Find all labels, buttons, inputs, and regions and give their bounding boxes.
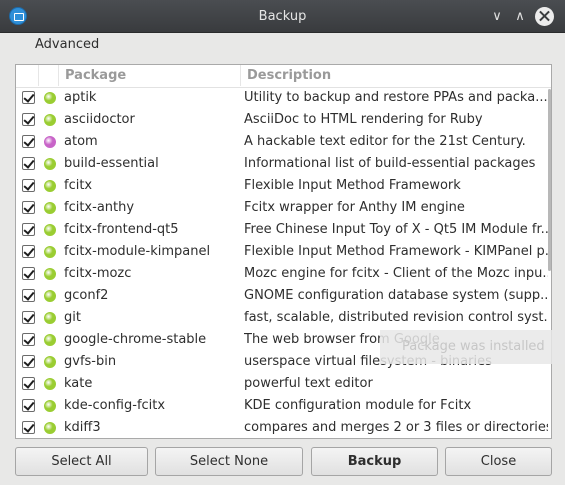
table-row[interactable]: aptik Utility to backup and restore PPAs … <box>16 87 551 109</box>
status-tooltip: Package was installed <box>380 330 565 364</box>
status-dot-icon <box>44 400 56 412</box>
table-row[interactable]: fcitx-anthy Fcitx wrapper for Anthy IM en… <box>16 197 551 219</box>
row-package-name: fcitx-mozc <box>64 266 132 281</box>
menu-bar: Advanced <box>0 33 565 58</box>
row-checkbox[interactable] <box>22 267 35 280</box>
row-package-name: fcitx-frontend-qt5 <box>64 222 179 237</box>
row-description: AsciiDoc to HTML rendering for Ruby <box>244 112 483 127</box>
row-description: GNOME configuration database system (sup… <box>244 288 548 303</box>
table-row[interactable]: build-essential Informational list of bui… <box>16 153 551 175</box>
row-description: KDE configuration module for Fcitx <box>244 398 472 413</box>
row-package-name: kde-config-fcitx <box>64 398 166 413</box>
status-dot-icon <box>44 92 56 104</box>
table-row[interactable]: fcitx Flexible Input Method Framework <box>16 175 551 197</box>
scrollbar-thumb[interactable] <box>548 89 551 271</box>
table-row[interactable]: gconf2 GNOME configuration database syste… <box>16 285 551 307</box>
menu-advanced[interactable]: Advanced <box>35 37 99 52</box>
vertical-scrollbar[interactable] <box>548 89 551 437</box>
list-rows: aptik Utility to backup and restore PPAs … <box>16 87 551 438</box>
header-checkbox-column[interactable] <box>16 65 39 86</box>
row-package-name: fcitx <box>64 178 93 193</box>
status-dot-icon <box>44 202 56 214</box>
title-bar: Backup ∨ ∧ <box>0 0 565 33</box>
status-dot-icon <box>44 334 56 346</box>
status-dot-icon <box>44 268 56 280</box>
row-checkbox[interactable] <box>22 377 35 390</box>
list-header: Package Description <box>16 65 551 88</box>
row-package-name: gvfs-bin <box>64 354 117 369</box>
row-checkbox[interactable] <box>22 399 35 412</box>
row-package-name: kdiff3 <box>64 420 101 435</box>
window-title: Backup <box>258 9 307 24</box>
row-package-name: build-essential <box>64 156 159 171</box>
status-dot-icon <box>44 246 56 258</box>
row-package-name: atom <box>64 134 98 149</box>
row-description: Flexible Input Method Framework <box>244 178 461 193</box>
backup-button[interactable]: Backup <box>311 447 438 476</box>
table-row[interactable]: fcitx-module-kimpanel Flexible Input Meth… <box>16 241 551 263</box>
row-checkbox[interactable] <box>22 223 35 236</box>
row-checkbox[interactable] <box>22 91 35 104</box>
status-dot-icon <box>44 136 56 148</box>
close-window-icon[interactable] <box>535 7 554 26</box>
table-row[interactable]: git fast, scalable, distributed revision … <box>16 307 551 329</box>
row-package-name: aptik <box>64 90 97 105</box>
header-package[interactable]: Package <box>59 65 241 86</box>
status-dot-icon <box>44 224 56 236</box>
table-row[interactable]: asciidoctor AsciiDoc to HTML rendering fo… <box>16 109 551 131</box>
table-row[interactable]: atom A hackable text editor for the 21st … <box>16 131 551 153</box>
header-status-column[interactable] <box>39 65 59 86</box>
row-description: Flexible Input Method Framework - KIMPan… <box>244 244 548 259</box>
row-description: powerful text editor <box>244 376 373 391</box>
row-description: Fcitx wrapper for Anthy IM engine <box>244 200 465 215</box>
row-package-name: gconf2 <box>64 288 109 303</box>
row-package-name: git <box>64 310 81 325</box>
table-row[interactable]: kde-config-fcitx KDE configuration module… <box>16 395 551 417</box>
status-dot-icon <box>44 312 56 324</box>
row-checkbox[interactable] <box>22 201 35 214</box>
row-description: fast, scalable, distributed revision con… <box>244 310 548 325</box>
row-package-name: fcitx-anthy <box>64 200 135 215</box>
row-description: Mozc engine for fcitx - Client of the Mo… <box>244 266 548 281</box>
table-row[interactable]: fcitx-frontend-qt5 Free Chinese Input Toy… <box>16 219 551 241</box>
row-description: Utility to backup and restore PPAs and p… <box>244 90 548 105</box>
select-none-button[interactable]: Select None <box>155 447 303 476</box>
close-button[interactable]: Close <box>445 447 552 476</box>
package-list[interactable]: Package Description aptik Utility to back… <box>15 64 552 439</box>
row-checkbox[interactable] <box>22 135 35 148</box>
header-description[interactable]: Description <box>241 65 551 86</box>
row-package-name: google-chrome-stable <box>64 332 207 347</box>
row-package-name: asciidoctor <box>64 112 135 127</box>
maximize-icon[interactable]: ∧ <box>511 8 529 26</box>
row-description: compares and merges 2 or 3 files or dire… <box>244 420 548 435</box>
row-checkbox[interactable] <box>22 179 35 192</box>
row-description: A hackable text editor for the 21st Cent… <box>244 134 526 149</box>
row-package-name: fcitx-module-kimpanel <box>64 244 211 259</box>
row-checkbox[interactable] <box>22 157 35 170</box>
row-checkbox[interactable] <box>22 421 35 434</box>
row-checkbox[interactable] <box>22 289 35 302</box>
status-dot-icon <box>44 356 56 368</box>
row-checkbox[interactable] <box>22 245 35 258</box>
status-dot-icon <box>44 180 56 192</box>
row-checkbox[interactable] <box>22 113 35 126</box>
status-dot-icon <box>44 378 56 390</box>
row-checkbox[interactable] <box>22 355 35 368</box>
minimize-icon[interactable]: ∨ <box>488 8 506 26</box>
row-description: Informational list of build-essential pa… <box>244 156 536 171</box>
status-dot-icon <box>44 290 56 302</box>
table-row[interactable]: kdiff3 compares and merges 2 or 3 files o… <box>16 417 551 438</box>
row-package-name: kate <box>64 376 93 391</box>
select-all-button[interactable]: Select All <box>15 447 148 476</box>
table-row[interactable]: kate powerful text editor <box>16 373 551 395</box>
row-checkbox[interactable] <box>22 311 35 324</box>
status-dot-icon <box>44 158 56 170</box>
row-checkbox[interactable] <box>22 333 35 346</box>
status-dot-icon <box>44 114 56 126</box>
status-dot-icon <box>44 422 56 434</box>
table-row[interactable]: fcitx-mozc Mozc engine for fcitx - Client… <box>16 263 551 285</box>
row-description: Free Chinese Input Toy of X - Qt5 IM Mod… <box>244 222 548 237</box>
